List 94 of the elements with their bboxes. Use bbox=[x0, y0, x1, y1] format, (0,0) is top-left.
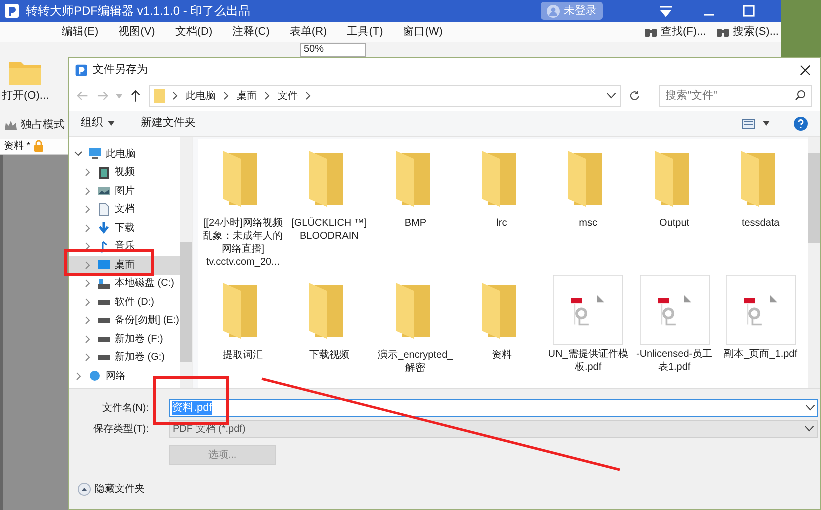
download-icon bbox=[97, 221, 111, 236]
avatar-icon bbox=[547, 4, 560, 18]
file-item[interactable]: 演示_encrypted_解密 bbox=[372, 275, 459, 375]
breadcrumb-item[interactable]: 桌面 bbox=[236, 88, 257, 104]
nav-item[interactable]: 网络 bbox=[69, 367, 180, 386]
nav-item[interactable]: 备份[勿删] (E:) bbox=[69, 312, 180, 330]
toolbar-button[interactable]: 组织 bbox=[81, 115, 115, 132]
view-icon[interactable] bbox=[742, 118, 755, 128]
file-item[interactable]: [GLÜCKLICH ™] BLOODRAIN bbox=[286, 143, 373, 269]
caret-icon[interactable] bbox=[763, 121, 770, 126]
nav-item[interactable]: 图片 bbox=[69, 182, 180, 200]
doc-icon bbox=[97, 202, 111, 217]
nav-item[interactable]: 本地磁盘 (C:) bbox=[69, 274, 180, 293]
menu-item[interactable]: 注释(C) bbox=[232, 24, 270, 40]
dialog-title: 文件另存为 bbox=[93, 62, 148, 78]
file-item[interactable]: msc bbox=[545, 143, 632, 269]
folder-icon bbox=[154, 89, 165, 103]
nav-item[interactable]: 软件 (D:) bbox=[69, 293, 180, 312]
toolbar-button[interactable]: 搜索(S)... bbox=[716, 24, 779, 40]
file-item[interactable]: BMP bbox=[372, 143, 459, 269]
menu-item[interactable]: 窗口(W) bbox=[403, 24, 443, 40]
forward-arrow-icon[interactable] bbox=[96, 91, 108, 101]
window-title: 转转大师PDF编辑器 v1.1.1.0 - 印了么出品 bbox=[26, 3, 251, 20]
menu-item[interactable]: 视图(V) bbox=[118, 24, 156, 40]
breadcrumb-item[interactable]: 文件 bbox=[278, 88, 298, 104]
chevron-right-icon bbox=[224, 92, 229, 100]
nav-item[interactable]: 音乐 bbox=[69, 238, 180, 256]
maximize-icon[interactable] bbox=[743, 5, 755, 17]
nav-item[interactable]: 新加卷 (F:) bbox=[69, 330, 180, 348]
menu-icon[interactable] bbox=[659, 5, 673, 17]
pdf-thumbnail-icon bbox=[640, 275, 710, 345]
file-item[interactable]: 提取词汇 bbox=[200, 275, 286, 375]
file-type-label: 保存类型(T): bbox=[92, 422, 149, 436]
hide-folders-label[interactable]: 隐藏文件夹 bbox=[95, 482, 145, 497]
app-logo-icon bbox=[75, 64, 88, 76]
chevron-right-icon bbox=[172, 92, 178, 100]
breadcrumb-item[interactable]: 此电脑 bbox=[186, 88, 216, 104]
video-icon bbox=[97, 166, 111, 180]
caret-icon bbox=[805, 426, 814, 432]
nav-item[interactable]: 桌面 bbox=[69, 256, 180, 274]
chevron-right-icon bbox=[264, 92, 270, 100]
file-item[interactable]: Output bbox=[631, 143, 718, 269]
nav-item[interactable]: 视频 bbox=[69, 164, 180, 182]
toolbar-button[interactable]: 新建文件夹 bbox=[141, 115, 196, 132]
network-icon bbox=[88, 369, 102, 384]
caret-icon bbox=[108, 121, 115, 126]
drive-icon bbox=[97, 354, 111, 362]
chevron-down-icon[interactable] bbox=[74, 150, 83, 159]
drive-icon bbox=[97, 336, 111, 343]
caret-icon[interactable] bbox=[606, 93, 616, 99]
file-item[interactable]: lrc bbox=[458, 143, 546, 269]
address-bar[interactable]: 此电脑 桌面 文件 bbox=[148, 85, 621, 107]
file-item[interactable]: tessdata bbox=[718, 143, 804, 269]
pdf-thumbnail-icon bbox=[726, 275, 796, 345]
file-item[interactable]: 副本_页面_1.pdf bbox=[718, 275, 804, 375]
help-icon[interactable] bbox=[794, 116, 808, 130]
up-arrow-icon[interactable] bbox=[131, 90, 141, 102]
search-icon bbox=[795, 90, 806, 101]
menu-item[interactable]: 文档(D) bbox=[175, 24, 213, 40]
mode-button[interactable]: 独占模式 bbox=[4, 116, 68, 134]
crown-icon bbox=[4, 120, 18, 132]
open-button[interactable]: 打开(O)... bbox=[2, 88, 68, 104]
nav-item[interactable]: 下载 bbox=[69, 219, 180, 238]
file-item[interactable]: UN_需提供证件模板.pdf bbox=[545, 275, 632, 375]
collapse-icon[interactable] bbox=[78, 483, 91, 496]
zoom-field[interactable]: 50% bbox=[300, 43, 366, 57]
file-item[interactable]: 下载视频 bbox=[286, 275, 373, 375]
nav-item[interactable]: 新加卷 (G:) bbox=[69, 348, 180, 367]
refresh-icon[interactable] bbox=[628, 90, 641, 102]
file-item[interactable]: -Unlicensed-员工表1.pdf bbox=[631, 275, 718, 375]
document-tab[interactable]: 资料 * bbox=[0, 138, 68, 154]
scrollbar[interactable] bbox=[808, 137, 820, 388]
nav-item[interactable]: 此电脑 bbox=[69, 145, 180, 164]
file-name-label: 文件名(N): bbox=[101, 402, 149, 416]
app-logo-icon bbox=[4, 3, 20, 19]
menu-item[interactable]: 工具(T) bbox=[347, 24, 384, 40]
drive-icon bbox=[97, 317, 111, 324]
close-icon[interactable] bbox=[800, 64, 811, 76]
scrollbar[interactable] bbox=[180, 137, 192, 388]
nav-item[interactable]: 文档 bbox=[69, 200, 180, 219]
menu-item[interactable]: 表单(R) bbox=[290, 24, 328, 40]
system-drive-icon bbox=[97, 276, 111, 291]
search-field[interactable]: 搜索"文件" bbox=[658, 85, 812, 107]
pc-icon bbox=[88, 147, 102, 162]
file-item[interactable]: 资料 bbox=[458, 275, 546, 375]
caret-icon[interactable] bbox=[806, 405, 815, 411]
toolbar-button[interactable]: 查找(F)... bbox=[644, 24, 706, 40]
pdf-thumbnail-icon bbox=[553, 275, 624, 345]
chevron-right-icon bbox=[306, 92, 311, 100]
drive-icon bbox=[97, 298, 111, 306]
file-item[interactable]: [[24小时]网络视频乱象：未成年人的网络直播] tv.cctv.com_20... bbox=[200, 143, 286, 269]
mode-label: 独占模式 bbox=[21, 118, 65, 134]
menu-item[interactable]: 编辑(E) bbox=[62, 24, 99, 40]
back-arrow-icon[interactable] bbox=[77, 91, 89, 101]
